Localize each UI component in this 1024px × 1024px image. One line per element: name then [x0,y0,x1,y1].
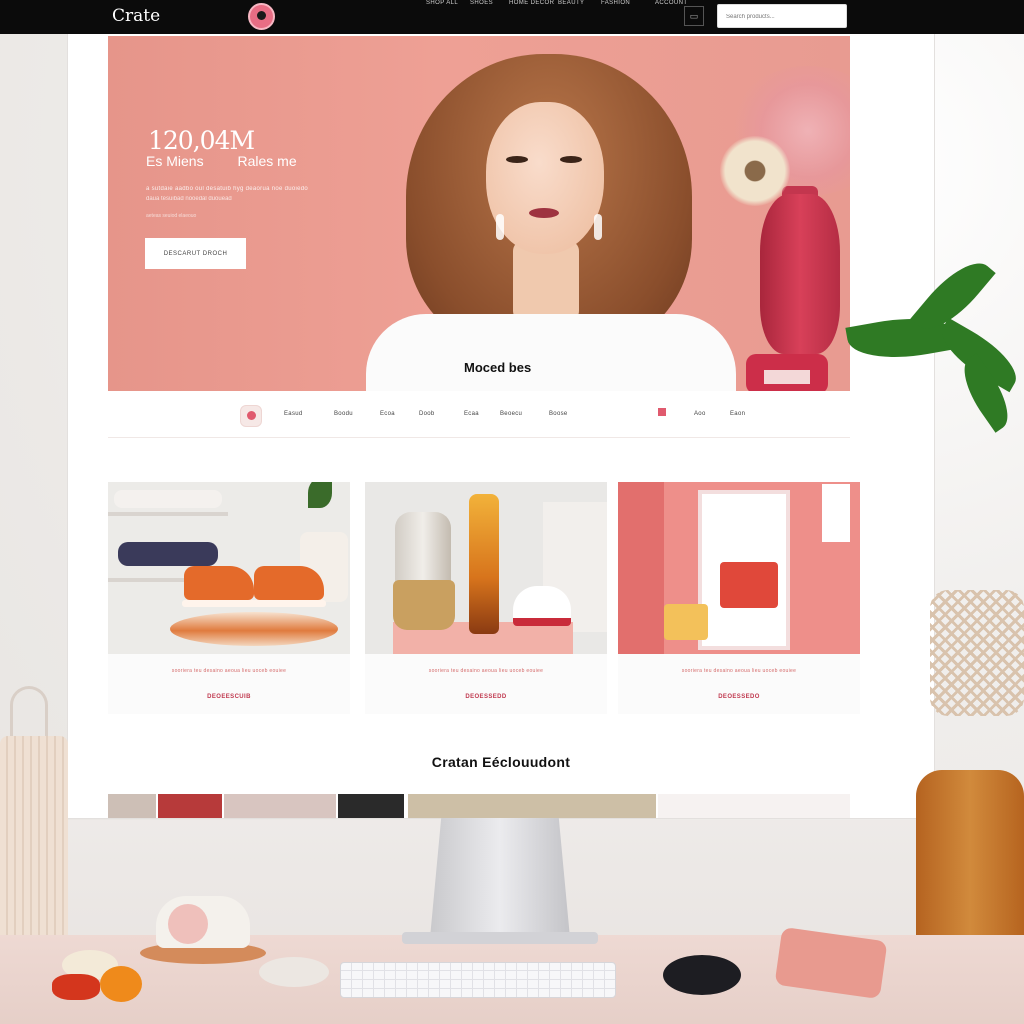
product-card-bottles[interactable]: sooriera teu desaino aeoua lieu uoceb eo… [365,482,607,714]
sneaker-sole [182,600,256,607]
monitor-stand-base [402,932,598,944]
orange-bottle [469,494,499,634]
shoe-row [114,490,222,508]
hero-banner: 120,04M Es Miens Rales me a sutdaie aadb… [108,36,850,391]
thumbnail-strip [108,794,850,818]
search-input[interactable] [718,6,846,28]
orange-pepper [100,966,142,1002]
category-item[interactable]: Aoo [694,411,706,417]
hero-headline-number: 120,04M [148,126,255,155]
window-icon[interactable]: ▭ [684,6,704,26]
heart-icon[interactable] [240,405,262,427]
top-navigation-bar: Crate SHOP ALL SHOES HOME DECOR BEAUTY F… [0,0,1024,34]
product-image-shoes[interactable] [108,482,350,654]
net-bag [930,590,1024,716]
hero-caption: Moced bes [464,360,532,375]
mouse[interactable] [663,955,741,995]
category-item[interactable]: Ecaa [464,411,479,417]
category-item[interactable]: Eaon [730,411,745,417]
thumbnail[interactable] [408,794,656,818]
product-link[interactable]: DEOEESCUIB [108,694,350,700]
model-eye-right [560,156,582,163]
red-pepper [52,974,100,1000]
category-item[interactable]: Easud [284,411,303,417]
floating-tab[interactable] [822,484,850,542]
shelf [108,512,228,516]
hat-badge [168,904,208,944]
logo-mark-icon[interactable] [248,3,275,30]
product-description: sooriera teu desaino aeoua lieu uoceb eo… [681,668,797,674]
earring-left [496,214,504,240]
jar-label [764,370,810,384]
category-item[interactable]: Ecoa [380,411,395,417]
tropical-plant [838,249,1024,434]
search-box[interactable] [717,4,847,28]
desk-hat [140,896,266,966]
category-bar: Easud Boodu Ecoa Doob Ecaa Beoecu Boose … [108,391,850,438]
red-wallet [720,562,778,608]
shoe-row [118,542,218,566]
product-description: sooriera teu desaino aeoua lieu uoceb eo… [428,668,544,674]
keyboard[interactable] [340,962,616,998]
product-image-bottles[interactable] [365,482,607,654]
hero-headline: Es Miens Rales me [146,154,297,168]
red-vase [760,194,840,354]
orange-sneaker [254,566,324,600]
hero-subtext-2: daua tesuibad nooedal duouead [146,196,232,202]
thumbnail[interactable] [108,794,156,818]
model-eye-left [506,156,528,163]
thumbnail[interactable] [224,794,336,818]
thumbnail[interactable] [158,794,222,818]
yellow-block [664,604,708,640]
hero-subtext-1: a sutdaie aadbo oul desatuib hyg deaorua… [146,186,309,192]
monitor-screen: 120,04M Es Miens Rales me a sutdaie aadb… [68,34,934,818]
product-description: sooriera teu desaino aeoua lieu uoceb eo… [171,668,287,674]
hero-headline-left: Es Miens [146,153,204,169]
nav-item-fashion[interactable]: FASHION [601,0,630,6]
product-link[interactable]: DEOESSEDO [618,694,860,700]
nav-item-shoes[interactable]: SHOES [470,0,493,6]
orange-sneaker [184,566,254,600]
nav-item-account[interactable]: ACCOUNT [655,0,687,6]
product-card-shoes[interactable]: sooriera teu desaino aeoua lieu uoceb eo… [108,482,350,714]
stone-dish [259,957,329,987]
nav-item-beauty[interactable]: BEAUTY [558,0,584,6]
coral-panel-shade [618,482,664,654]
category-item[interactable]: Beoecu [500,411,522,417]
earring-right [594,214,602,240]
brand-logo[interactable]: Crate [112,6,160,26]
product-link[interactable]: DEOESSEDD [365,694,607,700]
thumbnail[interactable] [658,794,850,818]
flag-icon[interactable] [658,408,666,416]
thumbnail[interactable] [338,794,404,818]
vase-handle [10,686,48,742]
hero-headline-right: Rales me [237,153,297,169]
red-white-sneaker [513,586,571,626]
nav-item-home-decor[interactable]: HOME DECOR [509,0,554,6]
model-shirt [366,314,736,391]
category-item[interactable]: Boodu [334,411,353,417]
white-flower [720,136,790,206]
nav-item-shop-all[interactable]: SHOP ALL [426,0,458,6]
plant-leaf [308,482,332,508]
model-lips [529,208,559,218]
category-item[interactable]: Boose [549,411,568,417]
hero-subtext-3: aeteas seuiod elaeouo [146,213,197,219]
hero-cta-button[interactable]: DESCARUT DROCH [145,238,246,269]
monitor-stand [430,818,570,938]
sneaker-sole [252,600,326,607]
woven-basket [393,580,455,630]
category-item[interactable]: Doob [419,411,435,417]
shoe-pedestal [170,612,338,646]
section-heading: Cratan Eéclouudont [431,754,571,770]
